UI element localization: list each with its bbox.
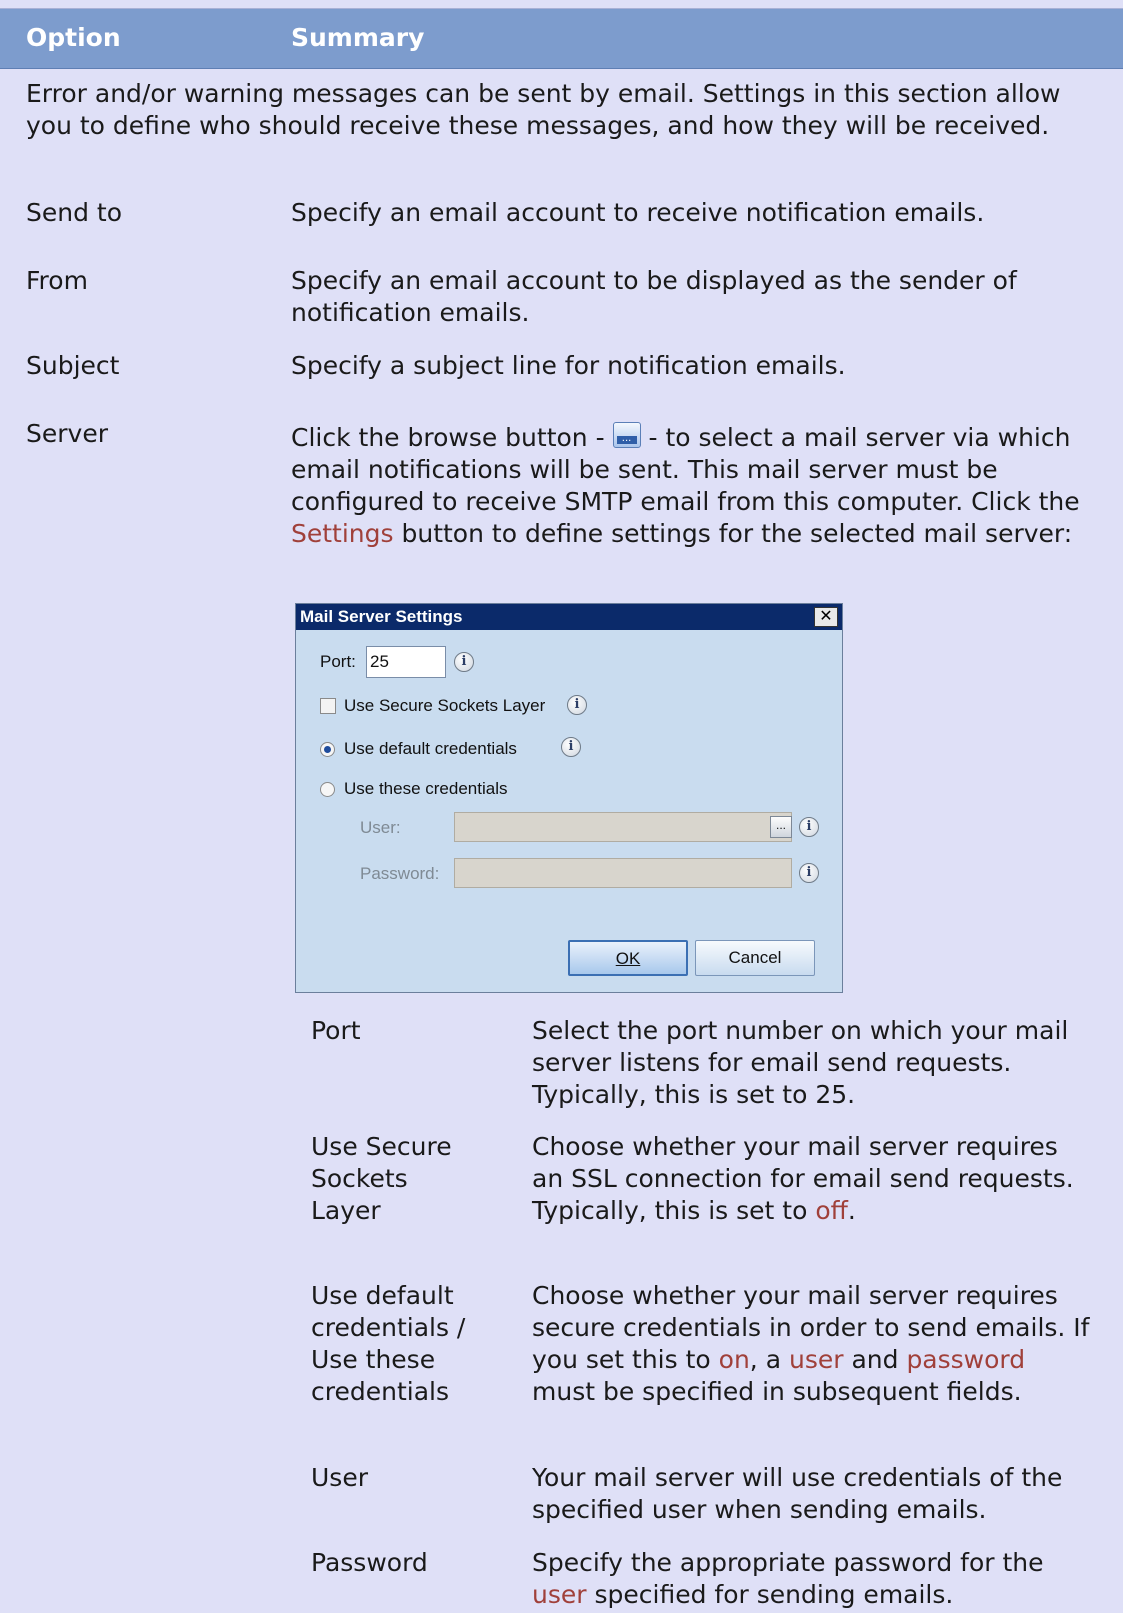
option-summary-server: Click the browse button - ... - to selec… bbox=[291, 422, 1101, 550]
user-label: User: bbox=[360, 818, 401, 837]
password-label: Password: bbox=[360, 864, 440, 883]
mail-server-settings-dialog: Mail Server Settings ✕ Port: 25 i Use Se… bbox=[295, 603, 843, 993]
password-text-part: Specify the appropriate password for the bbox=[532, 1548, 1044, 1577]
column-header-summary: Summary bbox=[291, 23, 425, 52]
browse-icon-glyph: ... bbox=[616, 434, 637, 444]
sub-option-summary-ssl: Choose whether your mail server requires… bbox=[532, 1131, 1092, 1227]
option-label-from: From bbox=[26, 266, 88, 295]
option-label-server: Server bbox=[26, 419, 108, 448]
column-header-option: Option bbox=[26, 23, 121, 52]
dialog-title-bar: Mail Server Settings ✕ bbox=[296, 604, 842, 630]
option-summary-send-to: Specify an email account to receive noti… bbox=[291, 198, 985, 227]
sub-option-summary-port: Select the port number on which your mai… bbox=[532, 1016, 1069, 1109]
default-credentials-radio[interactable] bbox=[320, 742, 335, 757]
on-link: on bbox=[718, 1345, 750, 1374]
sub-option-label-credentials: Use default credentials / Use these cred… bbox=[311, 1281, 466, 1406]
dialog-title: Mail Server Settings bbox=[300, 607, 463, 626]
sub-option-label-ssl: Use Secure Sockets Layer bbox=[311, 1132, 452, 1225]
user-link: user bbox=[788, 1345, 844, 1374]
info-icon[interactable]: i bbox=[454, 652, 474, 672]
password-link: password bbox=[906, 1345, 1026, 1374]
cred-text-part: and bbox=[843, 1345, 907, 1374]
sub-option-label-user: User bbox=[311, 1463, 368, 1492]
user-link: user bbox=[532, 1580, 587, 1609]
top-rule bbox=[0, 0, 1123, 9]
default-credentials-label: Use default credentials bbox=[344, 739, 517, 758]
option-label-send-to: Send to bbox=[26, 198, 123, 227]
ok-button[interactable]: OK bbox=[568, 940, 688, 976]
these-credentials-radio[interactable] bbox=[320, 782, 335, 797]
cred-text-part: , a bbox=[749, 1345, 789, 1374]
sub-option-summary-password: Specify the appropriate password for the… bbox=[532, 1547, 1092, 1611]
close-icon[interactable]: ✕ bbox=[814, 607, 838, 627]
section-intro: Error and/or warning messages can be sen… bbox=[26, 79, 1061, 140]
sub-option-summary-credentials: Choose whether your mail server requires… bbox=[532, 1280, 1092, 1408]
sub-option-label-port: Port bbox=[311, 1016, 361, 1045]
option-summary-subject: Specify a subject line for notification … bbox=[291, 351, 846, 380]
info-icon[interactable]: i bbox=[799, 817, 819, 837]
port-label: Port: bbox=[320, 652, 356, 671]
browse-icon: ... bbox=[612, 422, 641, 448]
cred-text-part: must be specified in subsequent fields. bbox=[532, 1377, 1022, 1406]
these-credentials-label: Use these credentials bbox=[344, 779, 508, 798]
server-text-part: Click the browse button - bbox=[291, 423, 613, 452]
option-label-subject: Subject bbox=[26, 351, 120, 380]
cancel-button[interactable]: Cancel bbox=[695, 940, 815, 976]
sub-option-label-password: Password bbox=[311, 1548, 428, 1577]
info-icon[interactable]: i bbox=[567, 695, 587, 715]
option-summary-from: Specify an email account to be displayed… bbox=[291, 266, 1017, 327]
port-input[interactable]: 25 bbox=[366, 646, 446, 678]
password-input[interactable] bbox=[454, 858, 792, 888]
ssl-checkbox[interactable] bbox=[320, 698, 336, 714]
table-header: Option Summary bbox=[0, 9, 1123, 69]
ok-button-label: OK bbox=[615, 949, 641, 968]
sub-option-summary-user: Your mail server will use credentials of… bbox=[532, 1463, 1063, 1524]
info-icon[interactable]: i bbox=[561, 737, 581, 757]
off-link: off bbox=[815, 1196, 848, 1225]
ssl-label: Use Secure Sockets Layer bbox=[344, 696, 546, 715]
user-browse-button[interactable]: ... bbox=[770, 816, 792, 838]
password-text-part: specified for sending emails. bbox=[586, 1580, 954, 1609]
info-icon[interactable]: i bbox=[799, 863, 819, 883]
ssl-text-part: Choose whether your mail server requires… bbox=[532, 1132, 1074, 1225]
settings-link: Settings bbox=[291, 519, 394, 548]
user-input[interactable] bbox=[454, 812, 792, 842]
server-text-part: button to define settings for the select… bbox=[393, 519, 1073, 548]
ssl-text-part: . bbox=[847, 1196, 856, 1225]
